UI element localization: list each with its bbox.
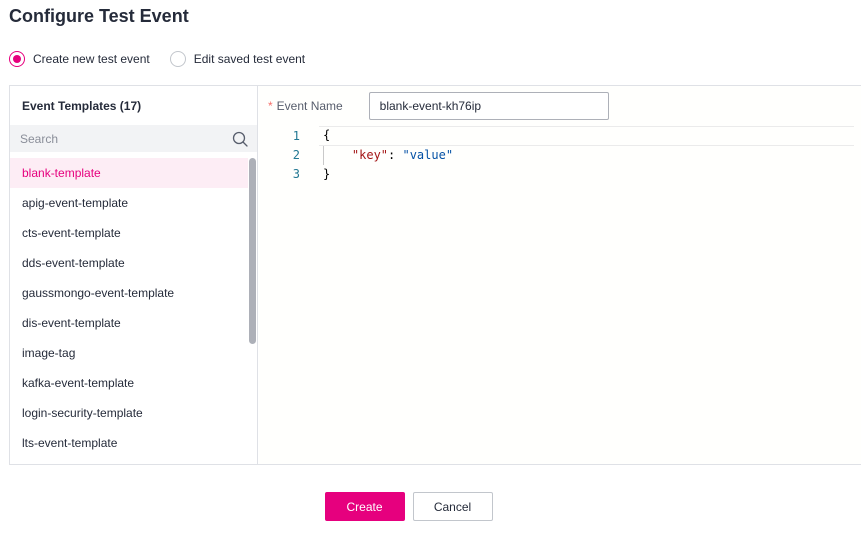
template-item[interactable]: lts-event-template <box>10 428 248 458</box>
radio-unchecked-icon[interactable] <box>169 51 186 67</box>
template-item[interactable]: dis-event-template <box>10 308 248 338</box>
line-number: 1 <box>292 129 300 143</box>
page-title: Configure Test Event <box>9 6 189 26</box>
code-text: { <box>323 128 331 142</box>
templates-search <box>10 125 257 152</box>
template-item[interactable]: image-tag <box>10 338 248 368</box>
json-key: "key" <box>351 147 389 162</box>
json-value: "value" <box>402 147 454 162</box>
template-item[interactable]: dds-event-template <box>10 248 248 278</box>
event-name-label: Event Name <box>276 99 343 113</box>
code-text: "key": "value" <box>323 146 453 166</box>
cancel-button[interactable]: Cancel <box>412 492 493 521</box>
create-button[interactable]: Create <box>324 492 405 521</box>
template-item[interactable]: apig-event-template <box>10 188 248 218</box>
template-item[interactable]: kafka-event-template <box>10 368 248 398</box>
radio-create-new[interactable]: Create new test event <box>9 51 150 67</box>
mode-radio-group: Create new test event Edit saved test ev… <box>9 51 325 67</box>
template-item[interactable]: login-security-template <box>10 398 248 428</box>
template-item[interactable]: gaussmongo-event-template <box>10 278 248 308</box>
json-code-editor[interactable]: 1 { 2 "key": "value" 3 } <box>259 126 861 185</box>
code-text: } <box>323 167 331 181</box>
event-name-input[interactable] <box>368 92 609 120</box>
template-item[interactable]: blank-template <box>10 158 248 188</box>
line-number: 2 <box>292 147 300 162</box>
radio-create-new-label: Create new test event <box>33 52 150 66</box>
config-panel: Event Templates (17) blank-template apig… <box>9 85 861 465</box>
radio-edit-saved[interactable]: Edit saved test event <box>169 51 306 67</box>
template-list-scrollbar[interactable] <box>249 158 256 344</box>
event-name-row: * Event Name <box>259 92 609 120</box>
templates-sidebar: Event Templates (17) blank-template apig… <box>10 86 258 464</box>
json-separator: : <box>388 147 403 162</box>
radio-edit-saved-label: Edit saved test event <box>193 52 306 66</box>
code-line: 1 { <box>293 126 854 146</box>
search-icon[interactable] <box>232 131 248 147</box>
line-number: 3 <box>292 167 300 181</box>
search-input[interactable] <box>10 125 220 152</box>
template-item[interactable]: cts-event-template <box>10 218 248 248</box>
radio-checked-icon[interactable] <box>9 51 25 67</box>
code-line: 3 } <box>259 165 861 185</box>
event-editor-area: * Event Name 1 { 2 "key": "value" 3 } <box>259 86 861 464</box>
required-mark: * <box>268 99 273 113</box>
template-list: blank-template apig-event-template cts-e… <box>10 158 248 463</box>
code-line: 2 "key": "value" <box>259 145 861 166</box>
templates-title: Event Templates (17) <box>22 99 142 113</box>
dialog-footer: Create Cancel <box>0 492 861 521</box>
